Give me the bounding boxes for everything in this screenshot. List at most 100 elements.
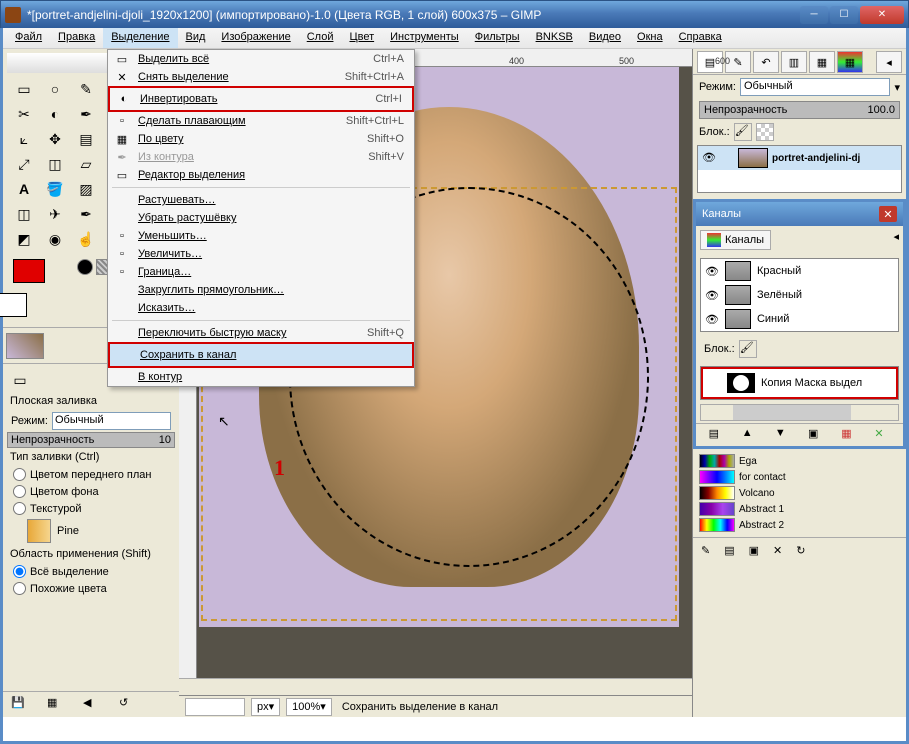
lock-alpha-icon[interactable] xyxy=(756,123,774,141)
menu-by-color[interactable]: ▦По цветуShift+O xyxy=(108,130,414,148)
minimize-button[interactable]: ─ xyxy=(800,6,828,24)
tool-opts-tab[interactable]: ▭ xyxy=(9,370,31,390)
tool-measure[interactable]: ⟀ xyxy=(10,128,38,150)
gradient-volcano[interactable]: Volcano xyxy=(697,485,902,501)
tab-menu-icon[interactable]: ◂ xyxy=(876,51,902,73)
tool-blur[interactable]: ◉ xyxy=(41,228,69,250)
tool-rect-select[interactable]: ▭ xyxy=(10,78,38,100)
tool-move[interactable]: ✥ xyxy=(41,128,69,150)
tab-histogram[interactable]: ▦ xyxy=(809,51,835,73)
tool-gradient[interactable]: ▨ xyxy=(72,178,100,200)
menu-to-path[interactable]: В контур xyxy=(108,368,414,386)
menu-help[interactable]: Справка xyxy=(671,28,730,48)
menu-selection-editor[interactable]: ▭Редактор выделения xyxy=(108,166,414,184)
menu-filters[interactable]: Фильтры xyxy=(467,28,528,48)
maximize-button[interactable]: ☐ xyxy=(830,6,858,24)
menu-remove-feather[interactable]: Убрать растушёвку xyxy=(108,209,414,227)
tool-shear[interactable]: ◫ xyxy=(41,153,69,175)
tool-paths[interactable]: ✒ xyxy=(72,103,100,125)
menu-grow[interactable]: ▫Увеличить… xyxy=(108,245,414,263)
menu-toggle-quickmask[interactable]: Переключить быструю маскуShift+Q xyxy=(108,324,414,342)
gradient-abs1[interactable]: Abstract 1 xyxy=(697,501,902,517)
visibility-icon[interactable]: 👁 xyxy=(705,289,719,302)
scope-similar-radio[interactable]: Похожие цвета xyxy=(7,580,175,597)
menu-feather[interactable]: Растушевать… xyxy=(108,191,414,209)
channels-hscroll[interactable] xyxy=(700,404,899,421)
tab-undo[interactable]: ↶ xyxy=(753,51,779,73)
save-opts-icon[interactable]: 💾 xyxy=(11,696,29,714)
tool-scissors[interactable]: ✂ xyxy=(10,103,38,125)
menu-round-rect[interactable]: Закруглить прямоугольник… xyxy=(108,281,414,299)
ch-lock-icon[interactable]: 🖌 xyxy=(739,340,757,358)
menu-color[interactable]: Цвет xyxy=(341,28,382,48)
gradient-abs2[interactable]: Abstract 2 xyxy=(697,517,902,533)
status-unit[interactable]: px ▾ xyxy=(251,698,280,716)
menu-edit[interactable]: Правка xyxy=(50,28,103,48)
fill-fg-radio[interactable]: Цветом переднего план xyxy=(7,466,175,483)
tool-airbrush[interactable]: ✈ xyxy=(41,203,69,225)
menu-image[interactable]: Изображение xyxy=(213,28,298,48)
mode-select[interactable]: Обычный xyxy=(52,412,171,430)
brush-indicator[interactable] xyxy=(77,259,93,275)
del-grad-icon[interactable]: ✕ xyxy=(773,544,782,557)
gradient-contact[interactable]: for contact xyxy=(697,469,902,485)
channels-titlebar[interactable]: Каналы ✕ xyxy=(696,202,903,226)
tool-ink[interactable]: ✒ xyxy=(72,203,100,225)
foreground-color[interactable] xyxy=(13,259,45,283)
menu-float[interactable]: ▫Сделать плавающимShift+Ctrl+L xyxy=(108,112,414,130)
channels-close-icon[interactable]: ✕ xyxy=(879,206,897,222)
lower-channel-icon[interactable]: ▼ xyxy=(775,427,791,443)
status-zoom[interactable]: 100% ▾ xyxy=(286,698,332,716)
visibility-icon[interactable]: 👁 xyxy=(702,151,716,165)
tool-eraser[interactable]: ◫ xyxy=(10,203,38,225)
tool-ellipse-select[interactable]: ○ xyxy=(41,78,69,100)
menu-shrink[interactable]: ▫Уменьшить… xyxy=(108,227,414,245)
close-button[interactable]: ✕ xyxy=(860,6,904,24)
tool-bucket[interactable]: 🪣 xyxy=(41,178,69,200)
image-thumbnail[interactable] xyxy=(6,333,44,359)
tool-scale[interactable]: ⤢ xyxy=(10,153,38,175)
menu-file[interactable]: Файл xyxy=(7,28,50,48)
reset-opts-icon[interactable]: ↺ xyxy=(119,696,137,714)
menu-invert[interactable]: ◐ИнвертироватьCtrl+I xyxy=(108,86,414,112)
layer-opacity-slider[interactable]: Непрозрачность100.0 xyxy=(699,101,900,119)
layer-mode-select[interactable]: Обычный xyxy=(740,78,890,96)
layer-row[interactable]: 👁 portret-andjelini-dj xyxy=(698,146,901,170)
channel-red[interactable]: 👁Красный xyxy=(701,259,898,283)
to-select-icon[interactable]: ▦ xyxy=(841,427,857,443)
tool-text[interactable]: A xyxy=(10,178,38,200)
raise-channel-icon[interactable]: ▲ xyxy=(742,427,758,443)
layer-name[interactable]: portret-andjelini-dj xyxy=(772,153,860,164)
channels-tab[interactable]: Каналы xyxy=(700,230,771,250)
dup-grad-icon[interactable]: ▣ xyxy=(749,544,759,557)
menu-video[interactable]: Видео xyxy=(581,28,629,48)
menu-layer[interactable]: Слой xyxy=(299,28,342,48)
delete-opts-icon[interactable]: ◀ xyxy=(83,696,101,714)
texture-thumb[interactable] xyxy=(27,519,51,543)
menu-select[interactable]: Выделение xyxy=(103,28,177,48)
tool-free-select[interactable]: ✎ xyxy=(72,78,100,100)
channel-green[interactable]: 👁Зелёный xyxy=(701,283,898,307)
new-channel-icon[interactable]: ▤ xyxy=(709,427,725,443)
visibility-icon[interactable]: 👁 xyxy=(705,265,719,278)
tool-foreground[interactable]: ◐ xyxy=(41,103,69,125)
channels-tab-menu-icon[interactable]: ◂ xyxy=(893,230,899,243)
gradient-ega[interactable]: Ega xyxy=(697,453,902,469)
menu-view[interactable]: Вид xyxy=(178,28,214,48)
mask-name[interactable]: Копия Маска выдел xyxy=(761,377,862,389)
horizontal-scrollbar[interactable] xyxy=(179,678,692,695)
visibility-icon[interactable]: 👁 xyxy=(705,313,719,326)
menu-border[interactable]: ▫Граница… xyxy=(108,263,414,281)
tab-channels-b[interactable]: ▦ xyxy=(837,51,863,73)
tab-channels-a[interactable]: ▥ xyxy=(781,51,807,73)
tool-smudge[interactable]: ☝ xyxy=(72,228,100,250)
menu-select-all[interactable]: ▭Выделить всёCtrl+A xyxy=(108,50,414,68)
tool-align[interactable]: ▤ xyxy=(72,128,100,150)
channel-blue[interactable]: 👁Синий xyxy=(701,307,898,331)
delete-channel-icon[interactable]: ✕ xyxy=(874,427,890,443)
scope-whole-radio[interactable]: Всё выделение xyxy=(7,563,175,580)
lock-pixels-icon[interactable]: 🖌 xyxy=(734,123,752,141)
fill-bg-radio[interactable]: Цветом фона xyxy=(7,483,175,500)
menu-select-none[interactable]: ✕Снять выделениеShift+Ctrl+A xyxy=(108,68,414,86)
menu-bnksb[interactable]: BNKSB xyxy=(528,28,581,48)
